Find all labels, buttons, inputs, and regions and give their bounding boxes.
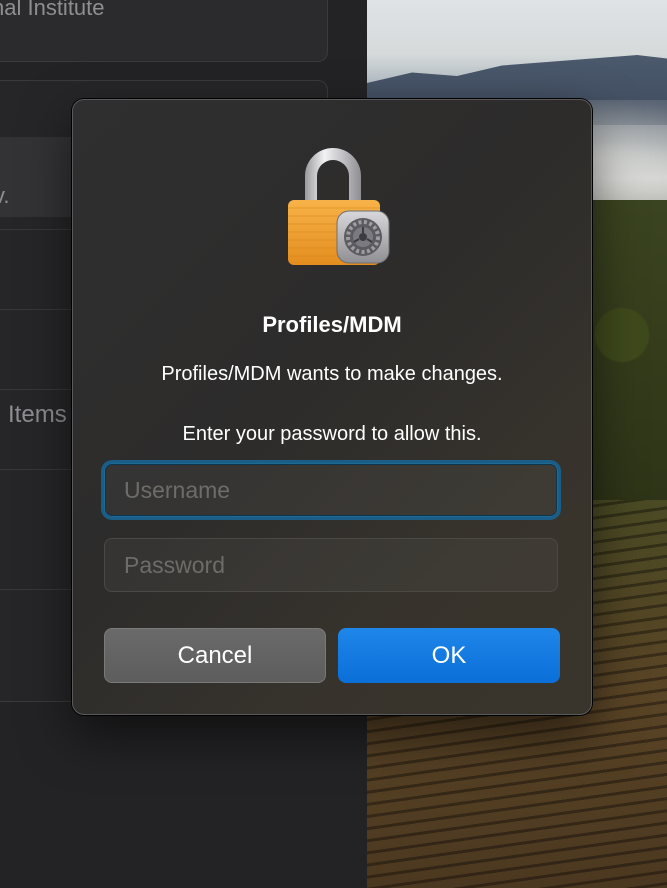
lock-with-gear-icon bbox=[283, 144, 393, 269]
background-panel-top: nal Institute bbox=[0, 0, 328, 62]
dialog-title: Profiles/MDM bbox=[262, 312, 402, 337]
ok-button[interactable]: OK bbox=[338, 628, 560, 683]
dialog-prompt: Enter your password to allow this. bbox=[182, 423, 482, 445]
username-field[interactable] bbox=[104, 463, 558, 517]
authentication-dialog: Profiles/MDM Profiles/MDM wants to make … bbox=[72, 99, 592, 715]
cancel-button[interactable]: Cancel bbox=[104, 628, 326, 683]
dialog-message: Profiles/MDM wants to make changes. bbox=[161, 363, 503, 385]
background-text-items: n Items bbox=[0, 401, 67, 428]
password-field[interactable] bbox=[104, 538, 558, 592]
background-text-top: nal Institute bbox=[0, 0, 105, 20]
background-text-row: v. bbox=[0, 183, 10, 208]
